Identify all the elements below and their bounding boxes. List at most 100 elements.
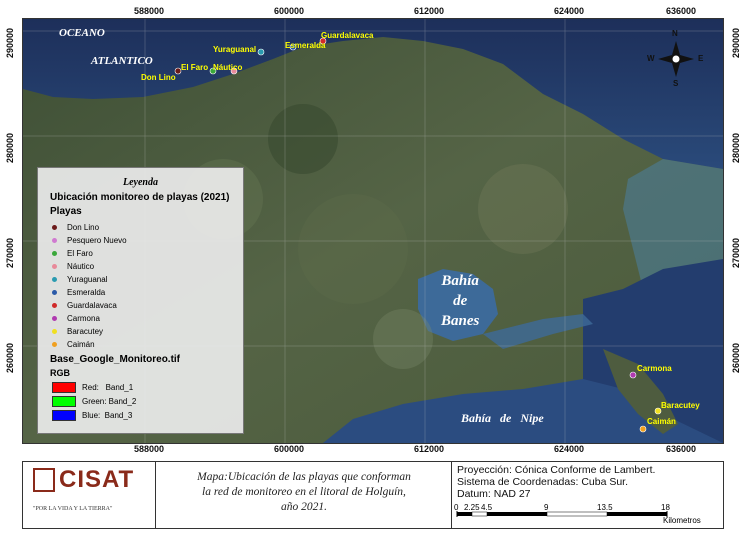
legend-item: Guardalavaca [52,301,117,310]
legend-dot-icon [52,303,57,308]
legend-dot-icon [52,251,57,256]
legend-title: Leyenda [123,177,158,188]
caption-line-2: la red de monitoreo en el litoral de Hol… [202,486,406,498]
caption-line-3: año 2021. [281,501,327,513]
legend-subtitle: Ubicación monitoreo de playas (2021) [50,192,230,203]
legend-band: Red: Band_1 [52,382,133,393]
legend-item-label: Guardalavaca [67,301,117,310]
scale-tick-2: 4.5 [481,503,493,512]
scale-tick-5: 18 [661,503,670,512]
legend-item-label: Don Lino [67,223,100,232]
compass-e: E [698,54,704,63]
legend-dot-icon [52,329,57,334]
legend-item: Baracutey [52,327,103,336]
legend-dot-icon [52,264,57,269]
map-caption: Mapa:Ubicación de las playas que conform… [159,470,449,515]
y-tick-right-2: 280000 [731,132,741,163]
legend-item: Náutico [52,262,94,271]
proj-line-1: Proyección: Cónica Conforme de Lambert. [457,464,656,476]
bay-word-1: Bahía [441,273,479,289]
bay-word-2: de [453,293,468,309]
y-tick-right-3: 270000 [731,237,741,268]
legend-item-label: Caimán [67,340,95,349]
logo-text: CISAT [59,466,135,493]
scale-tick-4: 13.5 [597,503,613,512]
compass-s: S [673,79,679,88]
band-swatch-icon [52,410,76,421]
x-tick-4: 624000 [554,6,585,16]
scale-unit: Kilometros [663,516,701,525]
legend-dot-icon [52,238,57,243]
proj-line-3: Datum: NAD 27 [457,488,531,500]
carmona-marker [629,371,637,379]
scale-tick-1: 2.25 [464,503,480,512]
legend-band: Blue: Band_3 [52,410,132,421]
place-caiman: Caimán [647,417,676,426]
bay-nipe-label: Bahía de Nipe [461,411,544,425]
place-esmeralda: Esmeralda [285,41,326,50]
legend-band: Green: Band_2 [52,396,136,407]
caption-divider [155,462,156,528]
logo-mark-icon [33,468,55,492]
compass-w: W [647,54,655,63]
y-tick-right-4: 260000 [731,342,741,373]
place-don-lino: Don Lino [141,73,176,82]
proj-divider [451,462,452,528]
place-el-faro: El Faro [181,63,209,72]
legend-dot-icon [52,342,57,347]
cisat-logo: CISAT "POR LA VIDA Y LA TIERRA" [31,466,149,522]
x-tick-bottom-4: 624000 [554,444,585,454]
legend-dot-icon [52,316,57,321]
legend-item-label: Carmona [67,314,100,323]
legend-item: El Faro [52,249,93,258]
legend-dot-icon [52,225,57,230]
legend-item: Caimán [52,340,95,349]
legend-item: Carmona [52,314,100,323]
legend-group: Playas [50,206,82,217]
legend-item: Yuraguanal [52,275,107,284]
ocean-label: OCEANO [59,27,105,39]
legend-dot-icon [52,277,57,282]
caption-line-1: Mapa:Ubicación de las playas que conform… [197,471,411,483]
place-guardalavaca: Guardalavaca [321,31,374,40]
y-tick-4: 260000 [5,342,15,373]
legend-item: Don Lino [52,223,99,232]
band-swatch-icon [52,382,76,393]
x-tick-2: 600000 [274,6,305,16]
legend-rgb: RGB [50,368,70,378]
map-legend: Leyenda Ubicación monitoreo de playas (2… [37,167,244,434]
x-tick-1: 588000 [134,6,165,16]
legend-dot-icon [52,290,57,295]
legend-item-label: Esmeralda [67,288,106,297]
legend-item: Esmeralda [52,288,105,297]
proj-line-2: Sistema de Coordenadas: Cuba Sur. [457,476,629,488]
place-baracutey: Baracutey [661,401,700,410]
legend-band-label: Blue: Band_3 [82,411,133,420]
yuraguanal-marker [257,48,265,56]
bay-label: Bahía de Banes [441,271,479,331]
legend-band-label: Green: Band_2 [82,397,137,406]
legend-band-label: Red: Band_1 [82,383,134,392]
legend-item-label: El Faro [67,249,93,258]
place-carmona: Carmona [637,364,672,373]
legend-item-label: Náutico [67,262,95,271]
y-tick-2: 280000 [5,132,15,163]
scale-tick-0: 0 [454,503,459,512]
place-nautico: Náutico [213,63,243,72]
x-tick-bottom-3: 612000 [414,444,445,454]
x-tick-bottom-2: 600000 [274,444,305,454]
y-tick-1: 290000 [5,27,15,58]
x-tick-bottom-1: 588000 [134,444,165,454]
band-swatch-icon [52,396,76,407]
legend-item: Pesquero Nuevo [52,236,127,245]
place-yuraguanal: Yuraguanal [213,45,257,54]
scale-tick-3: 9 [544,503,549,512]
y-tick-right-1: 290000 [731,27,741,58]
caiman-marker [639,425,647,433]
map-footer: CISAT "POR LA VIDA Y LA TIERRA" Mapa:Ubi… [22,461,724,529]
projection-info: Proyección: Cónica Conforme de Lambert. … [457,464,655,500]
compass-n: N [672,29,678,38]
x-tick-bottom-5: 636000 [666,444,697,454]
y-tick-3: 270000 [5,237,15,268]
ocean-label-2: ATLANTICO [91,55,153,67]
